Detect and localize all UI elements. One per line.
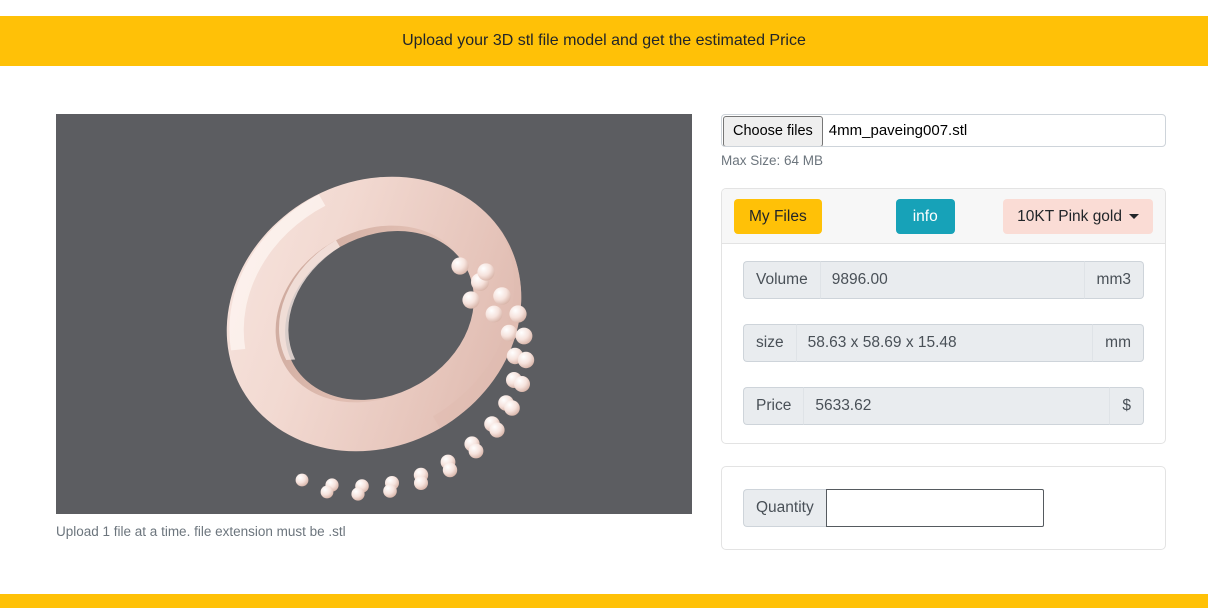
size-row: size 58.63 x 58.69 x 15.48 mm bbox=[743, 324, 1144, 362]
quantity-card: Quantity bbox=[721, 466, 1166, 550]
results-card: My Files info 10KT Pink gold Volume 9896… bbox=[721, 188, 1166, 444]
size-unit: mm bbox=[1093, 324, 1144, 362]
quantity-card-body: Quantity bbox=[722, 467, 1165, 549]
model-viewer-canvas[interactable] bbox=[56, 114, 692, 514]
material-dropdown-label: 10KT Pink gold bbox=[1017, 207, 1122, 225]
controls-column: Choose files 4mm_paveing007.stl Max Size… bbox=[721, 114, 1166, 550]
file-upload-row[interactable]: Choose files 4mm_paveing007.stl bbox=[721, 114, 1166, 147]
material-dropdown-button[interactable]: 10KT Pink gold bbox=[1003, 198, 1153, 235]
my-files-button[interactable]: My Files bbox=[734, 198, 822, 235]
chevron-down-icon bbox=[1129, 214, 1139, 219]
viewer-caption: Upload 1 file at a time. file extension … bbox=[56, 524, 346, 539]
page-banner: Upload your 3D stl file model and get th… bbox=[0, 16, 1208, 66]
results-card-header: My Files info 10KT Pink gold bbox=[722, 189, 1165, 244]
price-value: 5633.62 bbox=[803, 387, 1111, 425]
volume-row: Volume 9896.00 mm3 bbox=[743, 261, 1144, 299]
size-value: 58.63 x 58.69 x 15.48 bbox=[795, 324, 1094, 362]
results-card-body: Volume 9896.00 mm3 size 58.63 x 58.69 x … bbox=[722, 244, 1165, 443]
app-page: Upload your 3D stl file model and get th… bbox=[0, 0, 1208, 608]
page-footer-bar bbox=[0, 594, 1208, 608]
selected-file-name: 4mm_paveing007.stl bbox=[828, 122, 968, 139]
quantity-label: Quantity bbox=[743, 489, 826, 527]
max-size-hint: Max Size: 64 MB bbox=[721, 153, 824, 168]
quantity-row: Quantity bbox=[743, 489, 1044, 527]
volume-label: Volume bbox=[743, 261, 820, 299]
choose-files-button[interactable]: Choose files bbox=[723, 116, 823, 146]
ring-3d-render bbox=[56, 114, 692, 514]
price-label: Price bbox=[743, 387, 804, 425]
size-label: size bbox=[743, 324, 796, 362]
model-viewer-section: Upload 1 file at a time. file extension … bbox=[56, 114, 692, 541]
volume-value: 9896.00 bbox=[819, 261, 1085, 299]
banner-title: Upload your 3D stl file model and get th… bbox=[402, 32, 806, 49]
quantity-input[interactable] bbox=[825, 489, 1044, 527]
info-button[interactable]: info bbox=[895, 198, 955, 235]
price-row: Price 5633.62 $ bbox=[743, 387, 1144, 425]
volume-unit: mm3 bbox=[1084, 261, 1144, 299]
price-unit: $ bbox=[1110, 387, 1144, 425]
